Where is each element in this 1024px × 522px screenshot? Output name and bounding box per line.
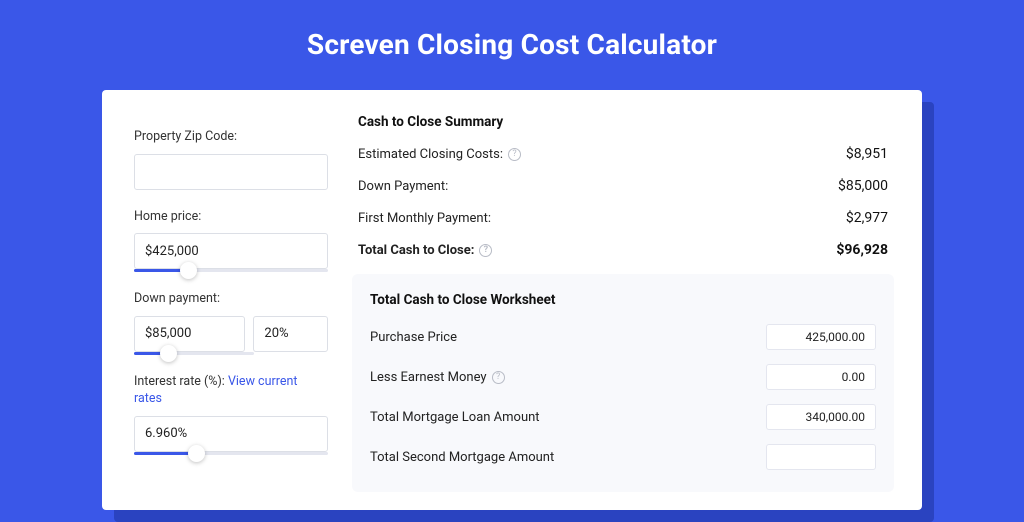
home-price-input[interactable] xyxy=(134,233,328,269)
summary-row: First Monthly Payment: $2,977 xyxy=(358,210,888,226)
worksheet-row-label-text: Total Mortgage Loan Amount xyxy=(370,410,540,425)
home-price-slider-thumb[interactable] xyxy=(180,262,197,279)
worksheet-row-input[interactable] xyxy=(766,404,876,430)
zip-field-group: Property Zip Code: xyxy=(134,128,328,190)
down-payment-input[interactable] xyxy=(134,316,245,352)
home-price-slider[interactable] xyxy=(134,269,328,272)
worksheet-row: Less Earnest Money? xyxy=(370,364,876,390)
summary-row-label: Down Payment: xyxy=(358,179,448,194)
worksheet-row: Purchase Price xyxy=(370,324,876,350)
summary-row-label-text: Estimated Closing Costs: xyxy=(358,147,503,162)
help-icon[interactable]: ? xyxy=(492,371,505,384)
help-icon[interactable]: ? xyxy=(479,244,492,257)
calculator-panel: Property Zip Code: Home price: Down paym… xyxy=(102,90,922,510)
inputs-column: Property Zip Code: Home price: Down paym… xyxy=(102,114,352,510)
worksheet-row-label-text: Less Earnest Money xyxy=(370,370,487,385)
worksheet-row-input-control[interactable] xyxy=(777,450,865,464)
interest-rate-field-group: Interest rate (%): View current rates xyxy=(134,373,328,455)
summary-row-label: Total Cash to Close:? xyxy=(358,243,492,258)
summary-row: Estimated Closing Costs:? $8,951 xyxy=(358,146,888,162)
summary-row-value: $85,000 xyxy=(838,178,888,194)
summary-card: Cash to Close Summary Estimated Closing … xyxy=(352,114,894,258)
results-column: Cash to Close Summary Estimated Closing … xyxy=(352,114,922,510)
summary-row-value: $2,977 xyxy=(846,210,888,226)
worksheet-row-input-control[interactable] xyxy=(777,410,865,424)
summary-row: Down Payment: $85,000 xyxy=(358,178,888,194)
home-price-input-control[interactable] xyxy=(145,244,317,259)
summary-row-label: Estimated Closing Costs:? xyxy=(358,147,521,162)
worksheet-row-label: Less Earnest Money? xyxy=(370,370,505,385)
interest-rate-input-control[interactable] xyxy=(145,426,317,441)
summary-title: Cash to Close Summary xyxy=(358,114,888,130)
zip-input[interactable] xyxy=(134,154,328,190)
worksheet-row-label: Purchase Price xyxy=(370,330,457,345)
summary-row-label-text: Total Cash to Close: xyxy=(358,243,474,258)
down-payment-slider-thumb[interactable] xyxy=(160,345,177,362)
summary-row-label-text: First Monthly Payment: xyxy=(358,211,491,226)
worksheet-row: Total Second Mortgage Amount xyxy=(370,444,876,470)
home-price-field-group: Home price: xyxy=(134,208,328,273)
interest-rate-slider-fill xyxy=(134,452,196,455)
down-payment-input-control[interactable] xyxy=(145,326,234,341)
worksheet-row-input[interactable] xyxy=(766,324,876,350)
worksheet-row-label-text: Total Second Mortgage Amount xyxy=(370,450,554,465)
summary-row: Total Cash to Close:? $96,928 xyxy=(358,242,888,258)
summary-row-value: $8,951 xyxy=(846,146,888,162)
page-title: Screven Closing Cost Calculator xyxy=(0,0,1024,79)
interest-rate-slider-thumb[interactable] xyxy=(188,445,205,462)
worksheet-row-input-control[interactable] xyxy=(777,370,865,384)
zip-input-control[interactable] xyxy=(145,164,317,179)
summary-row-value: $96,928 xyxy=(836,242,888,258)
worksheet-row-input[interactable] xyxy=(766,364,876,390)
help-icon[interactable]: ? xyxy=(508,148,521,161)
worksheet-row-label-text: Purchase Price xyxy=(370,330,457,345)
interest-rate-input[interactable] xyxy=(134,416,328,452)
worksheet-row-input[interactable] xyxy=(766,444,876,470)
summary-row-label: First Monthly Payment: xyxy=(358,211,491,226)
down-payment-label: Down payment: xyxy=(134,290,328,308)
down-payment-slider[interactable] xyxy=(134,352,254,355)
worksheet-title: Total Cash to Close Worksheet xyxy=(370,292,876,308)
worksheet-card: Total Cash to Close Worksheet Purchase P… xyxy=(352,274,894,492)
home-price-label: Home price: xyxy=(134,208,328,226)
worksheet-row-input-control[interactable] xyxy=(777,330,865,344)
calculator-panel-wrap: Property Zip Code: Home price: Down paym… xyxy=(102,90,922,510)
worksheet-row-label: Total Second Mortgage Amount xyxy=(370,450,554,465)
zip-label: Property Zip Code: xyxy=(134,128,328,146)
worksheet-row-label: Total Mortgage Loan Amount xyxy=(370,410,540,425)
summary-row-label-text: Down Payment: xyxy=(358,179,448,194)
interest-rate-slider[interactable] xyxy=(134,452,328,455)
down-payment-pct-input[interactable] xyxy=(253,316,328,352)
worksheet-row: Total Mortgage Loan Amount xyxy=(370,404,876,430)
interest-rate-label: Interest rate (%): View current rates xyxy=(134,373,328,408)
interest-rate-label-text: Interest rate (%): xyxy=(134,374,228,389)
down-payment-pct-input-control[interactable] xyxy=(264,326,317,341)
down-payment-field-group: Down payment: xyxy=(134,290,328,355)
